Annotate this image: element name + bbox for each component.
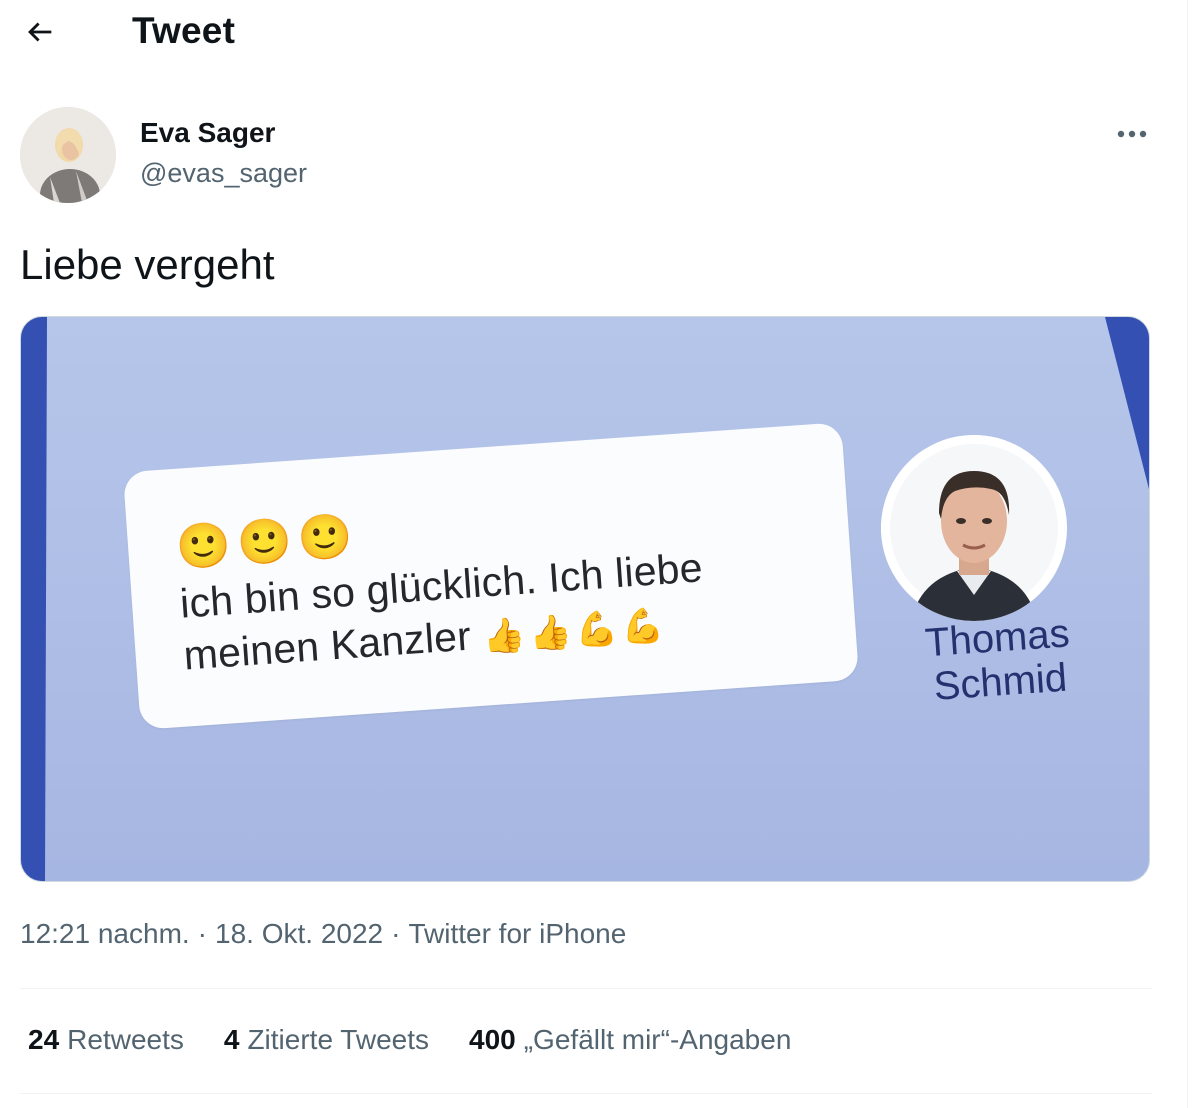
quote-tweets-count: 4 [223,1024,240,1055]
portrait-caption: Thomas Schmid [901,610,1097,711]
arrow-left-icon [28,22,52,42]
likes-label: „Gefällt mir“-Angaben [523,1024,792,1055]
divider [20,988,1152,989]
more-options-button[interactable] [1110,114,1154,154]
chat-bubble: 🙂🙂🙂 ich bin so glücklich. Ich liebe mein… [122,422,860,730]
quote-tweets-label: Zitierte Tweets [247,1024,430,1055]
avatar-image [20,107,116,203]
tweet-date-link[interactable]: 18. Okt. 2022 [215,918,383,949]
avatar[interactable] [20,107,116,203]
more-horizontal-icon [1117,130,1147,138]
retweets-count: 24 [28,1024,60,1055]
column-divider [1187,0,1188,1108]
tweet-image[interactable]: 🙂🙂🙂 ich bin so glücklich. Ich liebe mein… [20,316,1150,882]
tweet-text: Liebe vergeht [20,241,275,288]
likes-count: 400 [469,1024,516,1055]
meta-separator: · [391,918,401,949]
smiley-emojis: 🙂🙂🙂 [174,511,360,573]
likes-stat[interactable]: 400 „Gefällt mir“-Angaben [469,1024,791,1056]
author-name[interactable]: Eva Sager [140,117,275,149]
divider [20,1093,1152,1094]
tweet-source-link[interactable]: Twitter for iPhone [408,918,626,949]
tweet-page: Tweet Eva Sager @evas_sager Liebe vergeh… [0,0,1192,1108]
page-title: Tweet [132,10,236,51]
tweet-stats: 24 Retweets 4 Zitierte Tweets 400 „Gefällt … [28,1024,791,1056]
header: Tweet [0,0,1185,64]
tweet-time-link[interactable]: 12:21 nachm. [20,918,190,949]
portrait-photo [881,435,1067,621]
quote-tweets-stat[interactable]: 4 Zitierte Tweets [224,1024,429,1056]
retweets-stat[interactable]: 24 Retweets [28,1024,184,1056]
person-portrait [881,435,1067,621]
thumbs-up-emojis: 👍👍💪💪 [481,605,670,657]
back-button[interactable] [18,10,62,54]
tweet-meta: 12:21 nachm. · 18. Okt. 2022 · Twitter for i… [20,918,626,950]
meta-separator: · [197,918,207,949]
author-handle[interactable]: @evas_sager [140,158,307,189]
retweets-label: Retweets [67,1024,184,1055]
